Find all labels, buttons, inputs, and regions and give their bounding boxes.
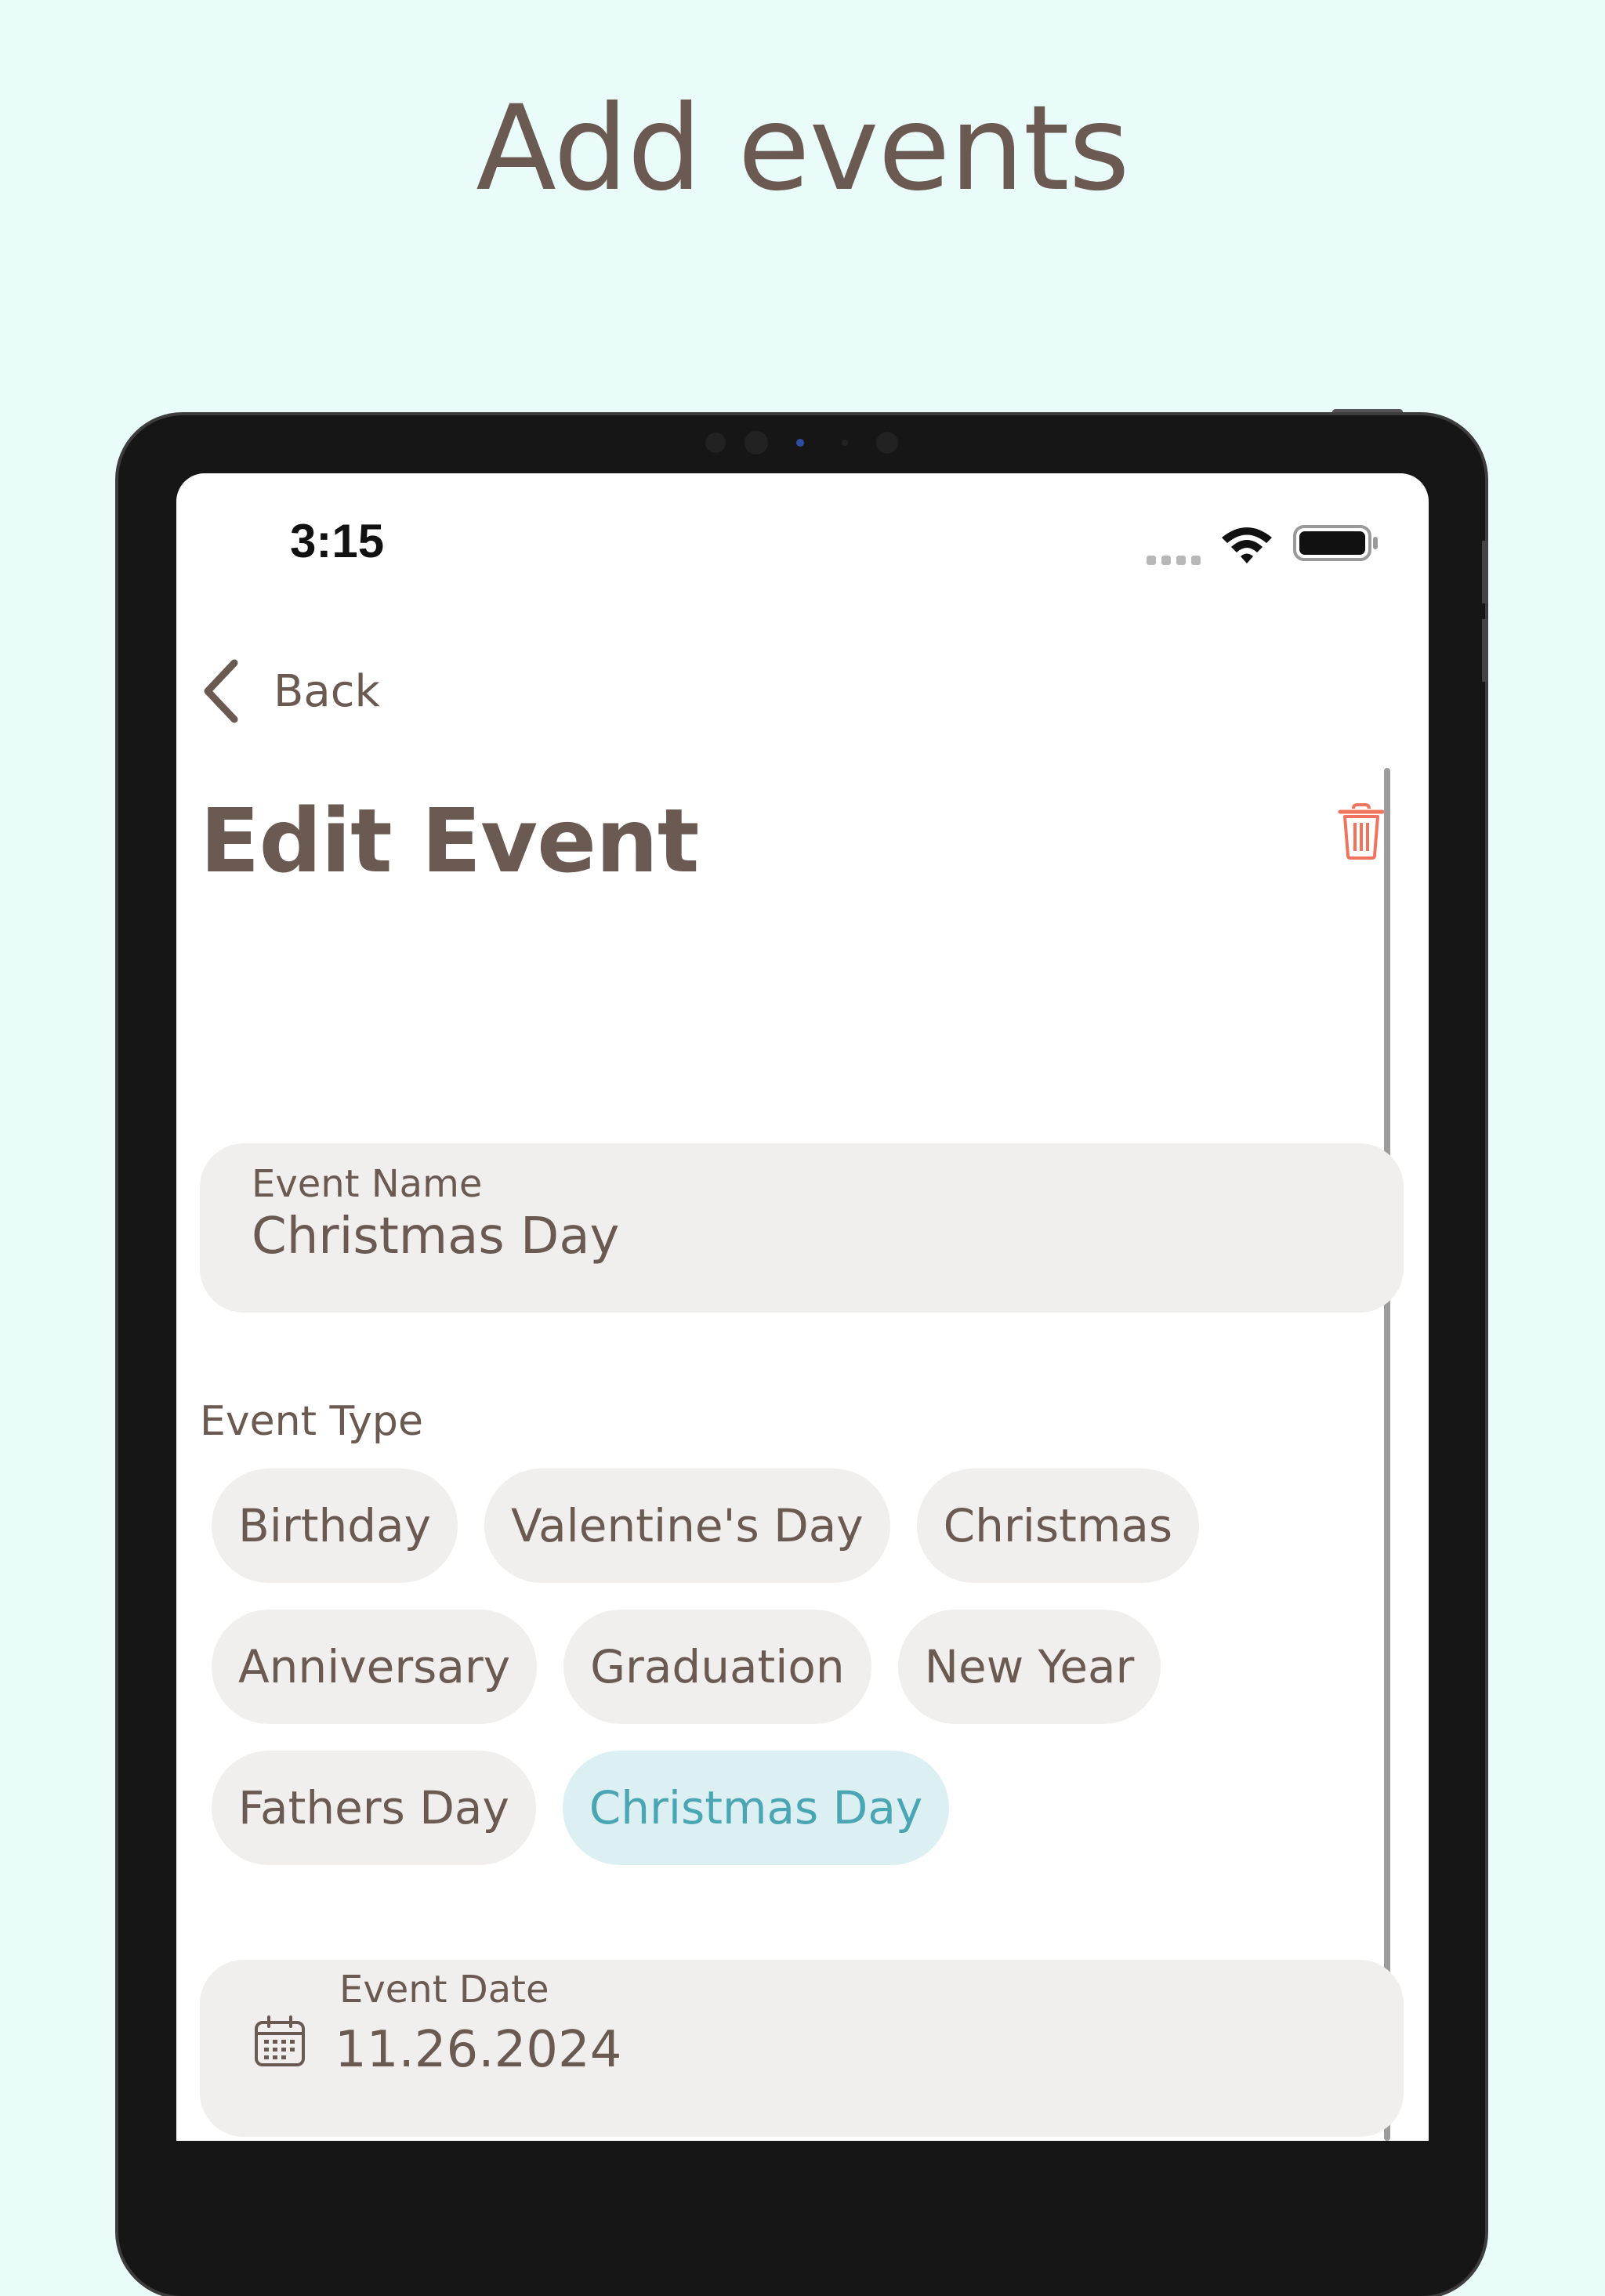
page-title: Edit Event xyxy=(200,791,699,893)
event-name-field[interactable]: Event Name Christmas Day xyxy=(200,1143,1404,1313)
event-date-field[interactable]: Event Date 11.26.2024 xyxy=(200,1960,1404,2137)
scrollbar[interactable] xyxy=(1384,768,1390,2141)
battery-icon xyxy=(1293,525,1378,561)
front-sensor xyxy=(705,433,726,453)
chip-christmas-day-selected[interactable]: Christmas Day xyxy=(562,1751,950,1865)
event-type-chips: Birthday Valentine's Day Christmas Anniv… xyxy=(212,1468,1387,1892)
device-volume-down-button xyxy=(1482,619,1488,682)
chevron-left-icon xyxy=(204,659,238,723)
chip-anniversary[interactable]: Anniversary xyxy=(212,1610,538,1724)
promo-headline: Add events xyxy=(476,81,1129,217)
chip-new-year[interactable]: New Year xyxy=(897,1610,1161,1724)
event-type-label: Event Type xyxy=(200,1398,423,1445)
back-button[interactable]: Back xyxy=(200,652,380,730)
trash-icon[interactable] xyxy=(1338,802,1385,860)
front-camera xyxy=(796,439,804,447)
event-name-value: Christmas Day xyxy=(252,1208,620,1266)
event-date-value: 11.26.2024 xyxy=(335,2021,622,2079)
cellular-signal-icon xyxy=(1147,553,1206,565)
chip-birthday[interactable]: Birthday xyxy=(212,1468,458,1583)
event-name-label: Event Name xyxy=(252,1162,483,1206)
wifi-icon xyxy=(1222,527,1272,563)
event-date-label: Event Date xyxy=(339,1968,549,2012)
app-screen: 3:15 Back Edit Event Event Name Christma… xyxy=(176,473,1429,2141)
front-sensor xyxy=(745,431,768,454)
chip-valentines-day[interactable]: Valentine's Day xyxy=(484,1468,890,1583)
front-sensor xyxy=(876,432,898,454)
front-sensor xyxy=(842,440,848,446)
calendar-icon xyxy=(255,2015,305,2066)
back-label: Back xyxy=(274,665,380,717)
chip-fathers-day[interactable]: Fathers Day xyxy=(212,1751,536,1865)
device-volume-up-button xyxy=(1482,541,1488,603)
chip-graduation[interactable]: Graduation xyxy=(563,1610,871,1724)
status-time: 3:15 xyxy=(290,515,385,567)
chip-christmas[interactable]: Christmas xyxy=(916,1468,1200,1583)
